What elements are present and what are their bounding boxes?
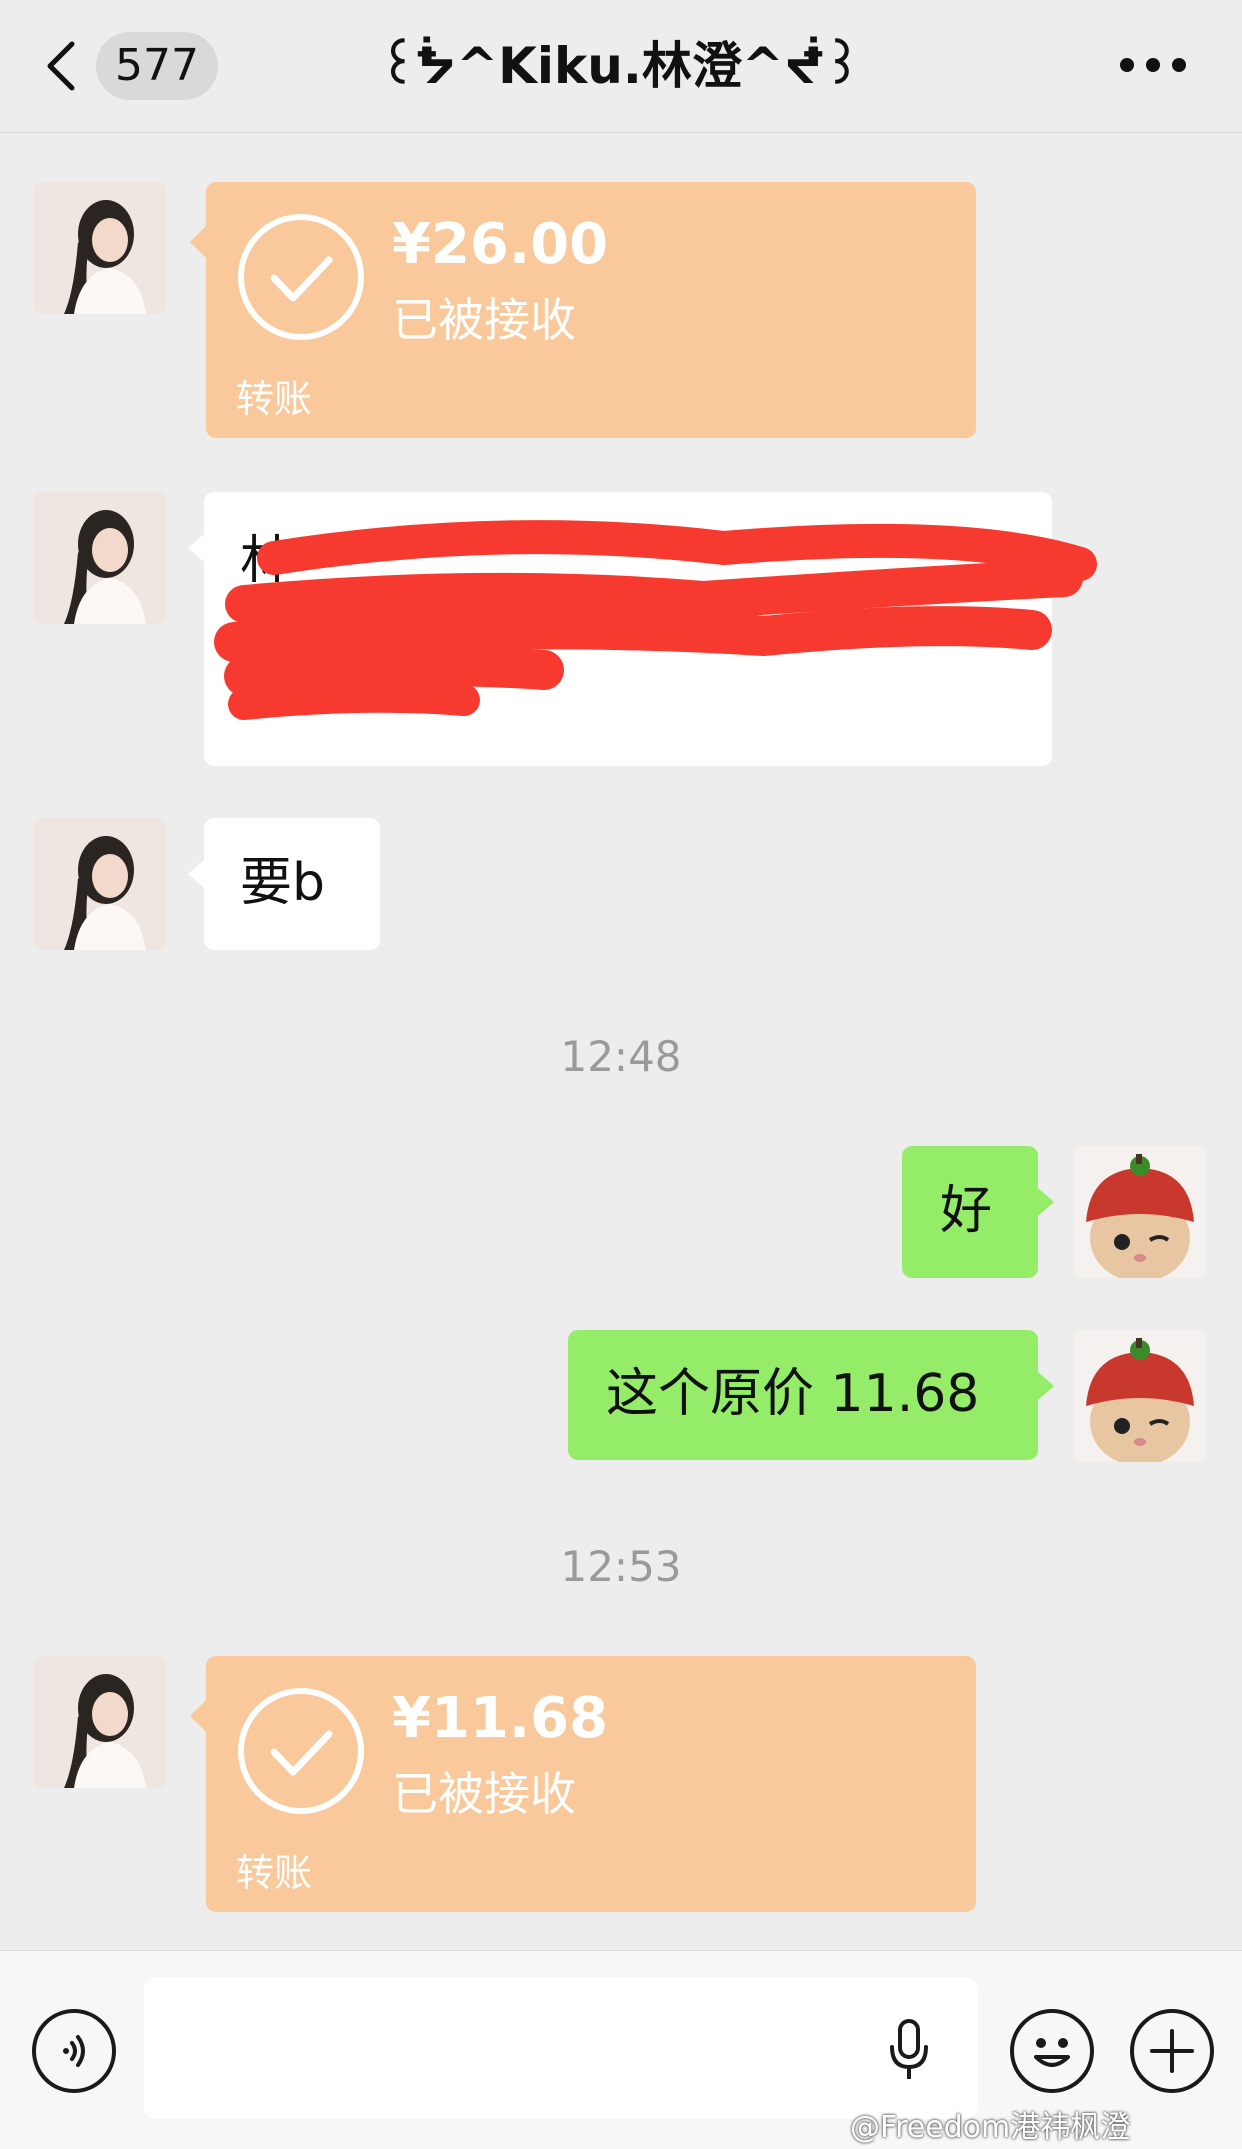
transfer-label: 转账 [236, 1851, 313, 1895]
unread-count-badge[interactable]: 577 [96, 32, 218, 100]
transfer-amount: ¥26.00 [392, 212, 609, 277]
emoji-icon[interactable] [1010, 2009, 1094, 2093]
contact-avatar[interactable] [34, 182, 166, 314]
plus-icon[interactable] [1130, 2009, 1214, 2093]
transfer-bubble[interactable]: ¥26.00 已被接收 转账 [190, 182, 976, 438]
transfer-status: 已被接收 [392, 1767, 576, 1821]
contact-avatar[interactable] [34, 492, 166, 624]
message-bubble[interactable]: 要b [188, 818, 380, 950]
transfer-status: 已被接收 [392, 293, 576, 347]
transfer-label: 转账 [236, 377, 313, 421]
chevron-left-icon[interactable] [42, 38, 82, 94]
my-avatar[interactable] [1074, 1146, 1206, 1278]
timestamp: 12:48 [560, 1032, 682, 1081]
chat-title: ꒰ᖭ^Kiku.林澄^ᖫ꒱ [378, 37, 862, 95]
message-input[interactable] [144, 1977, 978, 2119]
redaction-scribble [214, 520, 1097, 720]
voice-icon[interactable] [32, 2009, 116, 2093]
chat-header: 577 ꒰ᖭ^Kiku.林澄^ᖫ꒱ [0, 0, 1242, 133]
contact-avatar[interactable] [34, 1656, 166, 1788]
microphone-icon[interactable] [886, 2019, 932, 2083]
message-text: 好 [940, 1181, 993, 1241]
outgoing-message-bubble[interactable]: 这个原价 11.68 [568, 1330, 1054, 1460]
redacted-message-bubble[interactable]: 林 [188, 492, 1097, 766]
my-avatar[interactable] [1074, 1330, 1206, 1462]
check-circle-icon [238, 214, 364, 340]
message-text: 这个原价 11.68 [606, 1364, 980, 1424]
more-icon[interactable] [1120, 58, 1186, 74]
transfer-amount: ¥11.68 [392, 1686, 609, 1751]
timestamp: 12:53 [560, 1542, 682, 1591]
watermark: @Freedom港祎枫澄 [850, 2110, 1131, 2145]
contact-avatar[interactable] [34, 818, 166, 950]
outgoing-message-bubble[interactable]: 好 [902, 1146, 1054, 1278]
transfer-bubble[interactable]: ¥11.68 已被接收 转账 [190, 1656, 976, 1912]
check-circle-icon [238, 1688, 364, 1814]
message-text: 要b [240, 853, 326, 913]
